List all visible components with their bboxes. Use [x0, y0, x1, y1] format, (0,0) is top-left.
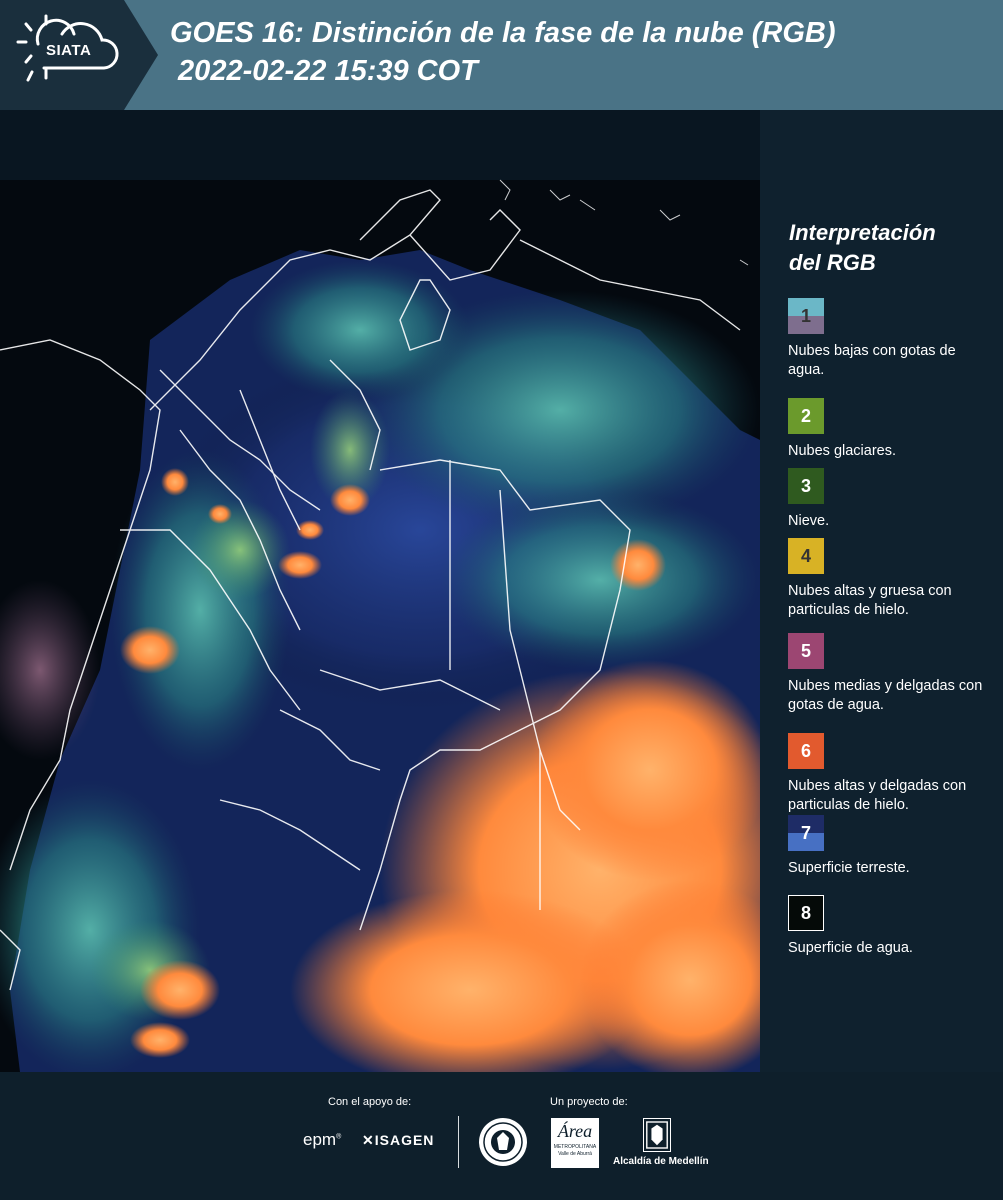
legend-label: Nubes bajas con gotas de agua.	[788, 343, 956, 378]
area-logo-main: Área	[557, 1121, 593, 1141]
legend-item: 3 Nieve.	[788, 468, 993, 531]
logo-block: SIATA	[0, 0, 158, 110]
legend-label: Nubes glaciares.	[788, 443, 896, 459]
legend-panel: Interpretación del RGB 1 Nubes bajas con …	[760, 110, 1003, 1072]
legend-label: Superficie terreste.	[788, 860, 910, 876]
legend-title-line-2: del RGB	[789, 250, 876, 275]
footer: Con el apoyo de: Un proyecto de: epm® ✕I…	[0, 1072, 1003, 1200]
area-metropolitana-logo: Área METROPOLITANA Valle de Aburrá	[551, 1118, 599, 1168]
legend-item: 7 Superficie terreste.	[788, 815, 993, 878]
legend-swatch: 2	[788, 398, 824, 434]
title-line-2: 2022-02-22 15:39 COT	[170, 55, 478, 87]
area-logo-sub: METROPOLITANA	[553, 1144, 597, 1150]
legend-label: Superficie de agua.	[788, 940, 913, 956]
legend-item: 5 Nubes medias y delgadas con gotas de ag…	[788, 633, 993, 715]
alcaldia-label: Alcaldía de Medellín	[613, 1156, 709, 1167]
legend-item: 2 Nubes glaciares.	[788, 398, 993, 461]
legend-item: 6 Nubes altas y delgadas con particulas d…	[788, 733, 993, 815]
legend-swatch: 5	[788, 633, 824, 669]
legend-swatch: 1	[788, 298, 824, 334]
legend-label: Nubes medias y delgadas con gotas de agu…	[788, 678, 983, 713]
epm-logo-text: epm	[303, 1130, 337, 1149]
legend-item: 4 Nubes altas y gruesa con particulas de …	[788, 538, 993, 620]
epm-logo: epm®	[303, 1130, 342, 1149]
legend-swatch: 3	[788, 468, 824, 504]
legend-swatch: 6	[788, 733, 824, 769]
isagen-logo-text: ISAGEN	[374, 1132, 435, 1148]
logo-text: SIATA	[46, 42, 92, 59]
legend-label: Nubes altas y delgadas con particulas de…	[788, 778, 967, 813]
support-label: Con el apoyo de:	[328, 1096, 412, 1108]
area-logo-sub2: Valle de Aburrá	[558, 1151, 592, 1157]
footer-divider	[458, 1116, 459, 1168]
legend-swatch: 4	[788, 538, 824, 574]
legend-title: Interpretación del RGB	[789, 218, 936, 278]
isagen-logo: ✕ISAGEN	[362, 1132, 435, 1148]
legend-item: 8 Superficie de agua.	[788, 895, 993, 958]
alcaldia-shield-icon	[643, 1118, 671, 1152]
satellite-map	[0, 110, 760, 1072]
legend-item: 1 Nubes bajas con gotas de agua.	[788, 298, 993, 380]
legend-label: Nubes altas y gruesa con particulas de h…	[788, 583, 952, 618]
legend-title-line-1: Interpretación	[789, 220, 936, 245]
title-line-1: GOES 16: Distinción de la fase de la nub…	[170, 17, 836, 49]
university-seal-icon	[479, 1118, 527, 1166]
satellite-image	[0, 110, 760, 1072]
legend-swatch: 8	[788, 895, 824, 931]
legend-swatch: 7	[788, 815, 824, 851]
page-title: GOES 16: Distinción de la fase de la nub…	[170, 14, 836, 90]
legend-label: Nieve.	[788, 513, 830, 529]
project-label: Un proyecto de:	[550, 1096, 628, 1108]
header-banner: SIATA GOES 16: Distinción de la fase de …	[0, 0, 1003, 110]
